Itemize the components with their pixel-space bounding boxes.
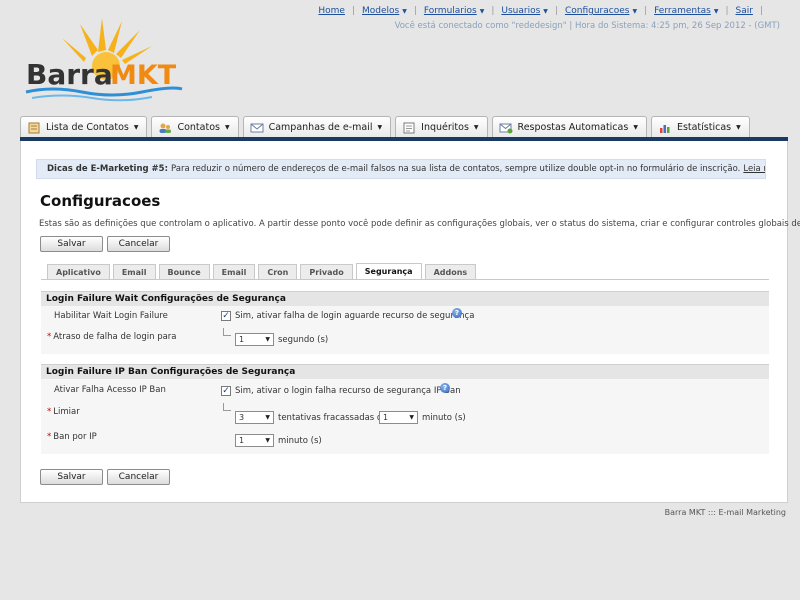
- tab-aplicativo[interactable]: Aplicativo: [47, 264, 110, 279]
- chevron-down-icon: ▼: [713, 7, 719, 15]
- cancel-button-top[interactable]: Cancelar: [107, 236, 170, 252]
- tab-lista-de-contatos[interactable]: Lista de Contatos ▼: [20, 116, 148, 138]
- surveys-icon: [403, 122, 415, 133]
- required-asterisk: *: [47, 332, 52, 342]
- enable-wait-checkbox[interactable]: ✓: [221, 311, 231, 321]
- topnav-modelos[interactable]: Modelos ▼: [362, 6, 407, 16]
- tip-banner: Dicas de E-Marketing #5: Para reduzir o …: [36, 159, 766, 179]
- delay-label: * Atraso de falha de login para: [47, 332, 177, 342]
- tab-cron[interactable]: Cron: [258, 264, 298, 279]
- read-more-link[interactable]: Leia mais...: [743, 164, 765, 174]
- delay-select[interactable]: 1 ▼: [235, 333, 274, 346]
- ban-select[interactable]: 1 ▼: [235, 434, 274, 447]
- chevron-down-icon: ▼: [633, 124, 638, 131]
- ip-ban-enable-text: Sim, ativar o login falha recurso de seg…: [235, 386, 461, 396]
- header: Barra MKT Home | Modelos ▼ | Formularios ▼…: [0, 0, 800, 118]
- autoresponder-icon: [499, 123, 513, 133]
- ip-ban-enable-label: Ativar Falha Acesso IP Ban: [54, 385, 166, 395]
- section1-title: Login Failure Wait Configurações de Segu…: [41, 291, 769, 306]
- tab-respostas-automaticas[interactable]: Respostas Automaticas ▼: [491, 116, 647, 138]
- topnav-formularios[interactable]: Formularios ▼: [424, 6, 484, 16]
- tab-privado[interactable]: Privado: [300, 264, 353, 279]
- cancel-button-bottom[interactable]: Cancelar: [107, 469, 170, 485]
- indent-connector: [223, 403, 231, 411]
- required-asterisk: *: [47, 432, 52, 442]
- settings-tabs: Aplicativo Email Bounce Email Cron Priva…: [47, 263, 479, 280]
- chevron-down-icon: ▼: [543, 7, 548, 15]
- topnav-home[interactable]: Home: [318, 6, 345, 16]
- ip-ban-checkbox[interactable]: ✓: [221, 386, 231, 396]
- section2-title: Login Failure IP Ban Configurações de Se…: [41, 364, 769, 379]
- threshold-minutes-select[interactable]: 1 ▼: [379, 411, 418, 424]
- enable-wait-label: Habilitar Wait Login Failure: [54, 311, 168, 321]
- required-asterisk: *: [47, 407, 52, 417]
- tab-bounce[interactable]: Bounce: [158, 264, 210, 279]
- indent-connector: [223, 328, 231, 336]
- chevron-down-icon: ▼: [473, 124, 479, 131]
- delay-unit: segundo (s): [278, 335, 329, 345]
- chevron-down-icon: ▼: [632, 7, 638, 15]
- contact-list-icon: [28, 122, 40, 133]
- topnav-configuracoes[interactable]: Configuracoes ▼: [565, 6, 637, 16]
- contacts-icon: [159, 123, 172, 133]
- help-icon[interactable]: ?: [440, 383, 450, 393]
- save-button-bottom[interactable]: Salvar: [40, 469, 103, 485]
- chevron-down-icon: ▼: [224, 124, 230, 131]
- page-title: Configuracoes: [40, 192, 161, 210]
- threshold-text: tentativas fracassadas de: [278, 413, 388, 423]
- chevron-down-icon: ▼: [265, 414, 270, 421]
- chevron-down-icon: ▼: [409, 414, 414, 421]
- enable-wait-text: Sim, ativar falha de login aguarde recur…: [235, 311, 475, 321]
- tab-inqueritos[interactable]: Inquéritos ▼: [395, 116, 488, 138]
- chevron-down-icon: ▼: [265, 336, 270, 343]
- svg-text:MKT: MKT: [110, 60, 177, 91]
- statistics-icon: [659, 124, 670, 133]
- tab-seguranca[interactable]: Segurança: [355, 263, 422, 279]
- topnav-sair[interactable]: Sair: [736, 6, 753, 16]
- threshold-select[interactable]: 3 ▼: [235, 411, 274, 424]
- main-tabs: Lista de Contatos ▼ Contatos ▼ Campanhas d…: [20, 116, 754, 138]
- content-panel: Dicas de E-Marketing #5: Para reduzir o …: [20, 141, 800, 503]
- save-button-top[interactable]: Salvar: [40, 236, 103, 252]
- topnav-usuarios[interactable]: Usuarios ▼: [501, 6, 548, 16]
- chevron-down-icon: ▼: [133, 124, 139, 131]
- login-status: Você está conectado como "rededesign" | …: [394, 21, 780, 31]
- tab-contatos[interactable]: Contatos ▼: [151, 116, 239, 138]
- chevron-down-icon: ▼: [479, 7, 485, 15]
- chevron-down-icon: ▼: [736, 124, 741, 131]
- tab-campanhas-de-email[interactable]: Campanhas de e-mail ▼: [242, 116, 392, 138]
- ban-label: * Ban por IP: [47, 432, 97, 442]
- barramkt-logo[interactable]: Barra MKT: [22, 16, 192, 106]
- tip-title: Dicas de E-Marketing #5:: [47, 164, 168, 174]
- help-icon[interactable]: ?: [452, 308, 462, 318]
- chevron-down-icon: ▼: [265, 437, 270, 444]
- page-description: Estas são as definições que controlam o …: [39, 219, 800, 229]
- chevron-down-icon: ▼: [377, 124, 383, 131]
- threshold-minutes-unit: minuto (s): [422, 413, 466, 423]
- tab-estatisticas[interactable]: Estatísticas ▼: [650, 116, 750, 138]
- svg-text:Barra: Barra: [26, 58, 113, 91]
- email-campaign-icon: [250, 123, 264, 132]
- tab-email[interactable]: Email: [112, 264, 156, 279]
- chevron-down-icon: ▼: [402, 7, 407, 15]
- tabs-divider: [41, 279, 769, 280]
- tip-text: Para reduzir o número de endereços de e-…: [171, 164, 741, 174]
- footer-text: Barra MKT ::: E-mail Marketing: [664, 508, 786, 517]
- tab-addons[interactable]: Addons: [424, 264, 477, 279]
- ban-unit: minuto (s): [278, 436, 322, 446]
- threshold-label: * Limiar: [47, 407, 80, 417]
- topnav-ferramentas[interactable]: Ferramentas ▼: [654, 6, 718, 16]
- tab-email-2[interactable]: Email: [212, 264, 256, 279]
- top-navigation: Home | Modelos ▼ | Formularios ▼ | Usuario…: [318, 6, 763, 16]
